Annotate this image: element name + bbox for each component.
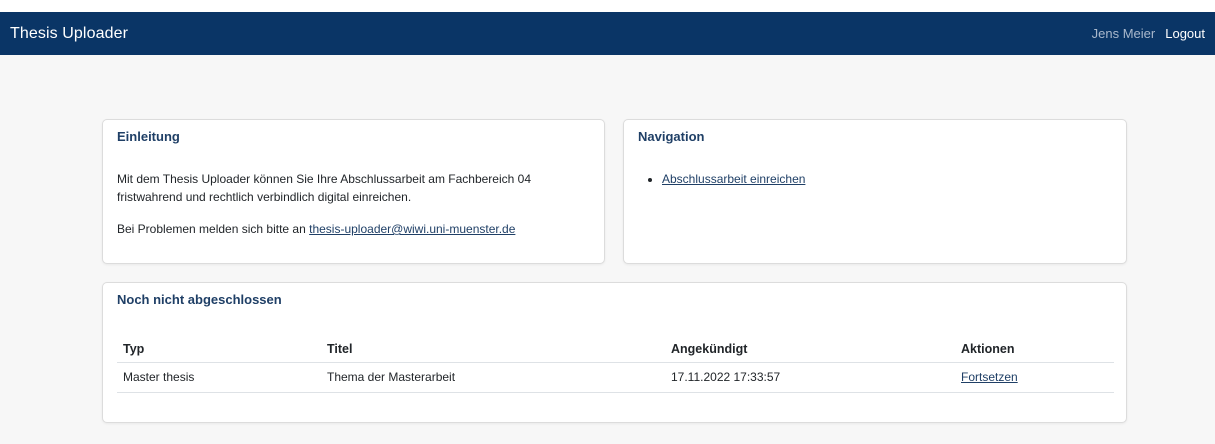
cell-actions: Fortsetzen [955,362,1114,393]
navigation-card: Navigation Abschlussarbeit einreichen [623,119,1127,264]
logout-link[interactable]: Logout [1165,26,1205,41]
table-row: Master thesis Thema der Masterarbeit 17.… [117,362,1114,393]
cell-type: Master thesis [117,362,321,393]
intro-card-title: Einleitung [117,129,180,144]
navigation-list-item: Abschlussarbeit einreichen [662,170,805,188]
contact-paragraph: Bei Problemen melden sich bitte an thesi… [117,220,515,238]
column-header-announced: Angekündigt [665,333,955,363]
navigation-card-title: Navigation [638,129,705,144]
table-header-row: Typ Titel Angekündigt Aktionen [117,333,1114,363]
column-header-actions: Aktionen [955,333,1114,363]
contact-prefix: Bei Problemen melden sich bitte an [117,222,310,236]
column-header-type: Typ [117,333,321,363]
app-title[interactable]: Thesis Uploader [10,25,128,43]
cell-title: Thema der Masterarbeit [321,362,665,393]
navigation-list: Abschlussarbeit einreichen [638,170,805,188]
pending-table: Typ Titel Angekündigt Aktionen Master th… [117,333,1114,393]
contact-email-link[interactable]: thesis-uploader@wiwi.uni-muenster.de [309,222,515,236]
top-spacer [0,0,1215,12]
intro-card: Einleitung Mit dem Thesis Uploader könne… [102,119,605,264]
user-name: Jens Meier [1091,26,1156,41]
top-navbar: Thesis Uploader Jens Meier Logout [0,12,1215,55]
column-header-title: Titel [321,333,665,363]
pending-card-title: Noch nicht abgeschlossen [117,292,282,307]
pending-card: Noch nicht abgeschlossen Typ Titel Angek… [102,282,1127,423]
intro-paragraph: Mit dem Thesis Uploader können Sie Ihre … [117,172,531,204]
continue-link[interactable]: Fortsetzen [961,370,1018,384]
submit-thesis-link[interactable]: Abschlussarbeit einreichen [662,172,805,186]
cell-announced: 17.11.2022 17:33:57 [665,362,955,393]
main-content: Einleitung Mit dem Thesis Uploader könne… [0,55,1215,444]
user-menu: Jens Meier Logout [1092,26,1205,41]
